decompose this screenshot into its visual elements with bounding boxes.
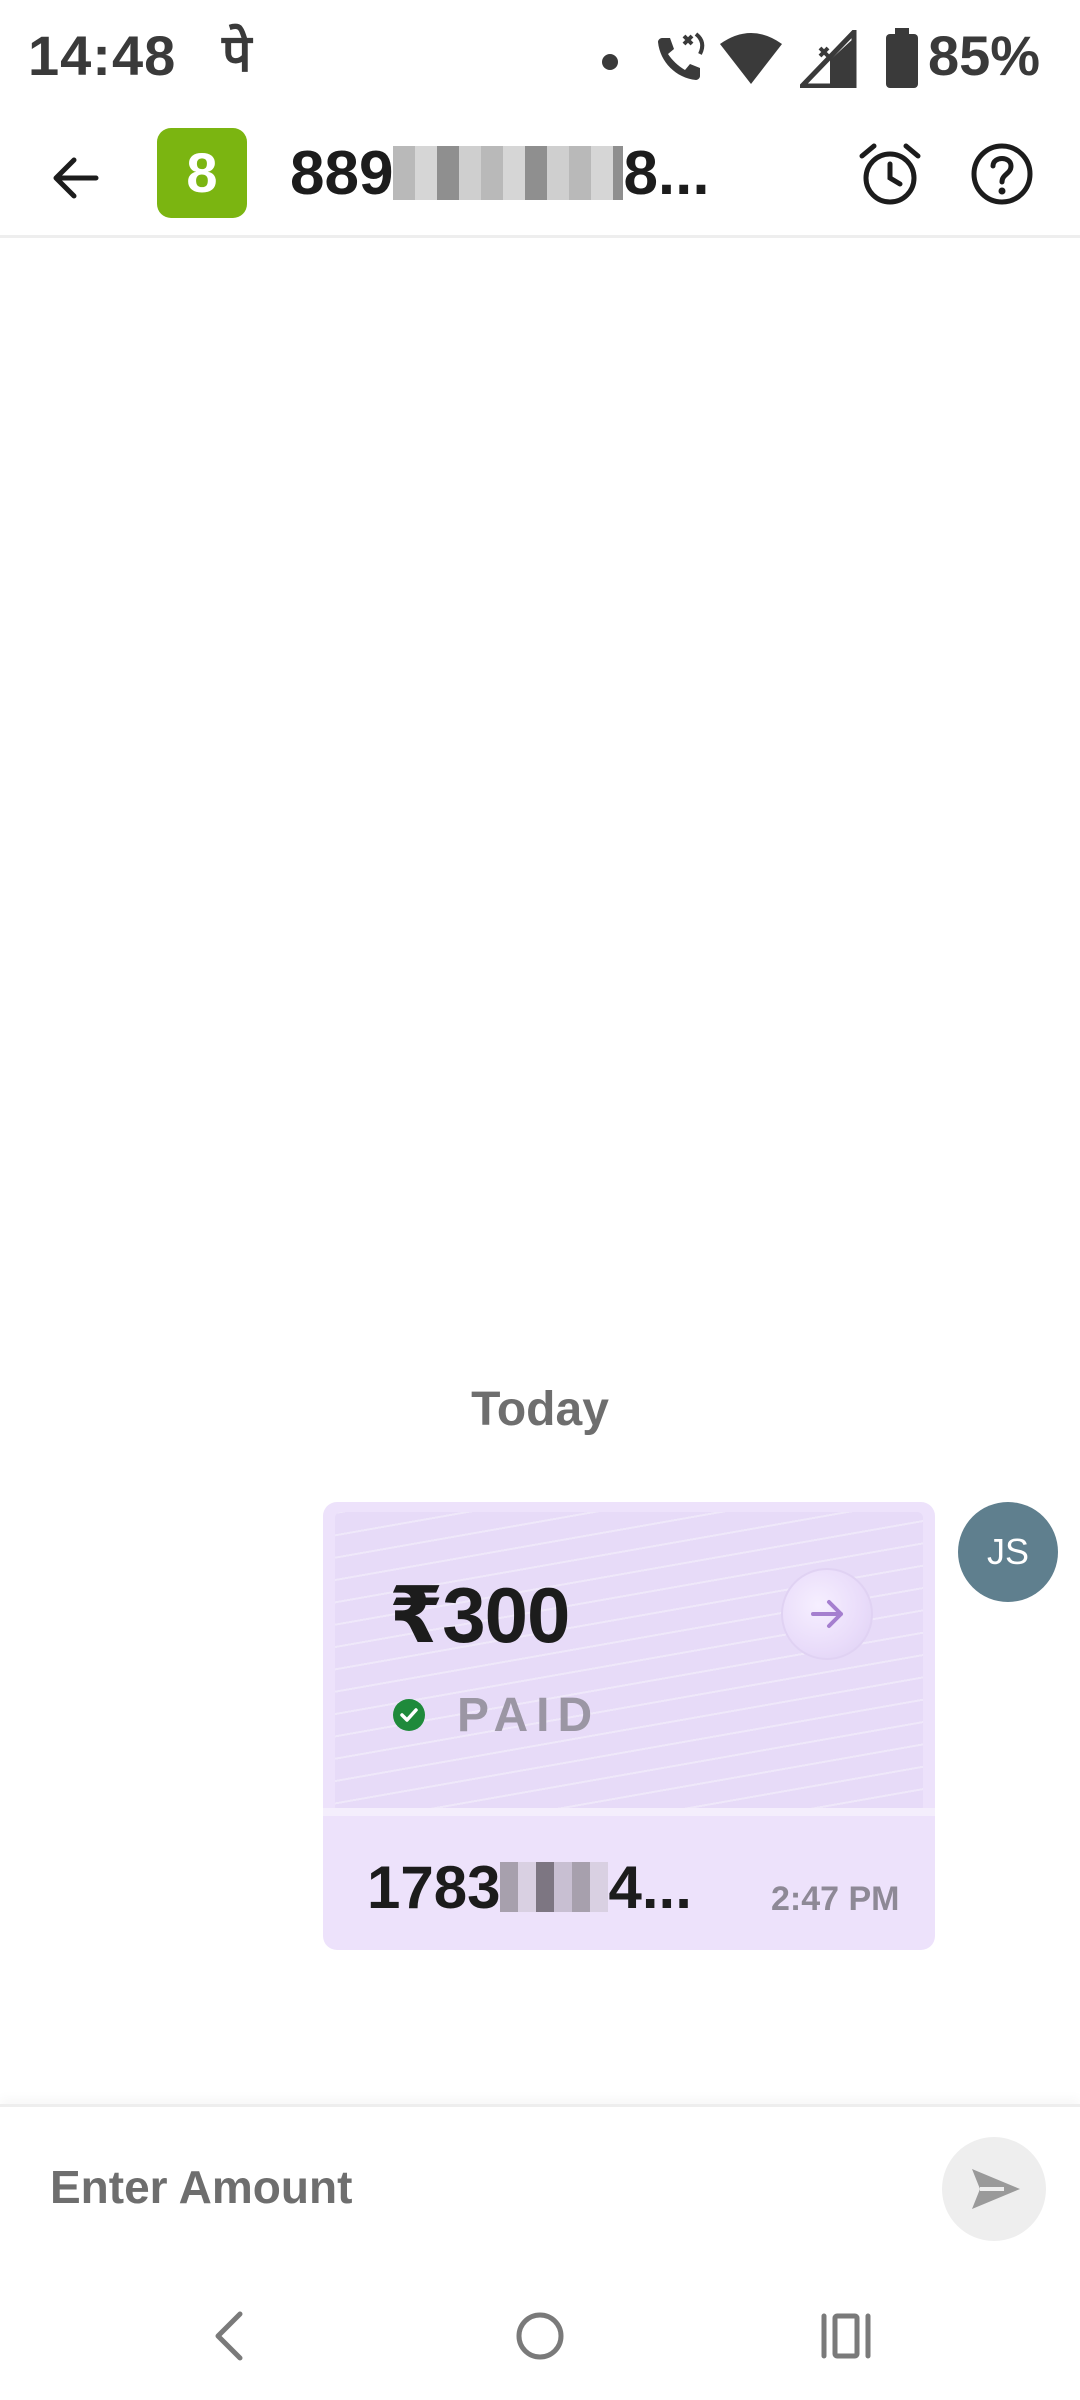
nav-recents-icon[interactable] (806, 2296, 886, 2376)
contact-name-suffix: 8... (623, 139, 710, 208)
battery-icon (886, 28, 918, 88)
check-circle-icon (393, 1699, 425, 1731)
amount-input-bar (0, 2104, 1080, 2267)
notification-dot-icon (602, 54, 618, 70)
contact-avatar[interactable]: 8 (157, 128, 247, 218)
app-notification-indicator: पे (222, 24, 252, 84)
contact-name[interactable]: 889 8... (290, 134, 710, 215)
payment-amount: ₹300 (389, 1571, 570, 1659)
wifi-icon (720, 33, 782, 84)
payment-message-card[interactable]: ₹300 PAID 1783 4... 2:47 PM (323, 1502, 935, 1950)
redacted-transaction-mask (500, 1862, 609, 1912)
system-navigation-bar (0, 2268, 1080, 2400)
signal-icon (800, 30, 857, 88)
redacted-number-mask (393, 146, 624, 200)
send-icon (972, 2169, 1020, 2209)
back-arrow-icon[interactable] (44, 142, 116, 214)
battery-percentage: 85% (928, 24, 1041, 87)
send-button[interactable] (942, 2137, 1046, 2241)
card-top-panel (335, 1512, 923, 1812)
payment-details-button[interactable] (781, 1568, 873, 1660)
card-divider (323, 1808, 935, 1816)
sender-avatar[interactable]: JS (958, 1502, 1058, 1602)
chat-header: 8 889 8... (0, 120, 1080, 238)
status-bar: 14:48 पे 85% (0, 0, 1080, 120)
transaction-id-prefix: 1783 (367, 1854, 501, 1921)
payment-status-label: PAID (457, 1689, 601, 1742)
wifi-calling-icon (658, 32, 705, 80)
alarm-clock-icon[interactable] (854, 138, 926, 210)
nav-back-icon[interactable] (192, 2296, 272, 2376)
date-separator: Today (471, 1383, 609, 1436)
message-timestamp: 2:47 PM (771, 1880, 900, 1918)
help-circle-icon[interactable] (966, 138, 1038, 210)
transaction-id-suffix: 4... (608, 1854, 692, 1921)
status-time: 14:48 (28, 24, 177, 87)
arrow-right-icon (811, 1600, 843, 1628)
nav-home-icon[interactable] (500, 2296, 580, 2376)
amount-input[interactable] (50, 2147, 850, 2227)
contact-name-prefix: 889 (290, 139, 394, 208)
transaction-id: 1783 4... (367, 1852, 692, 1924)
